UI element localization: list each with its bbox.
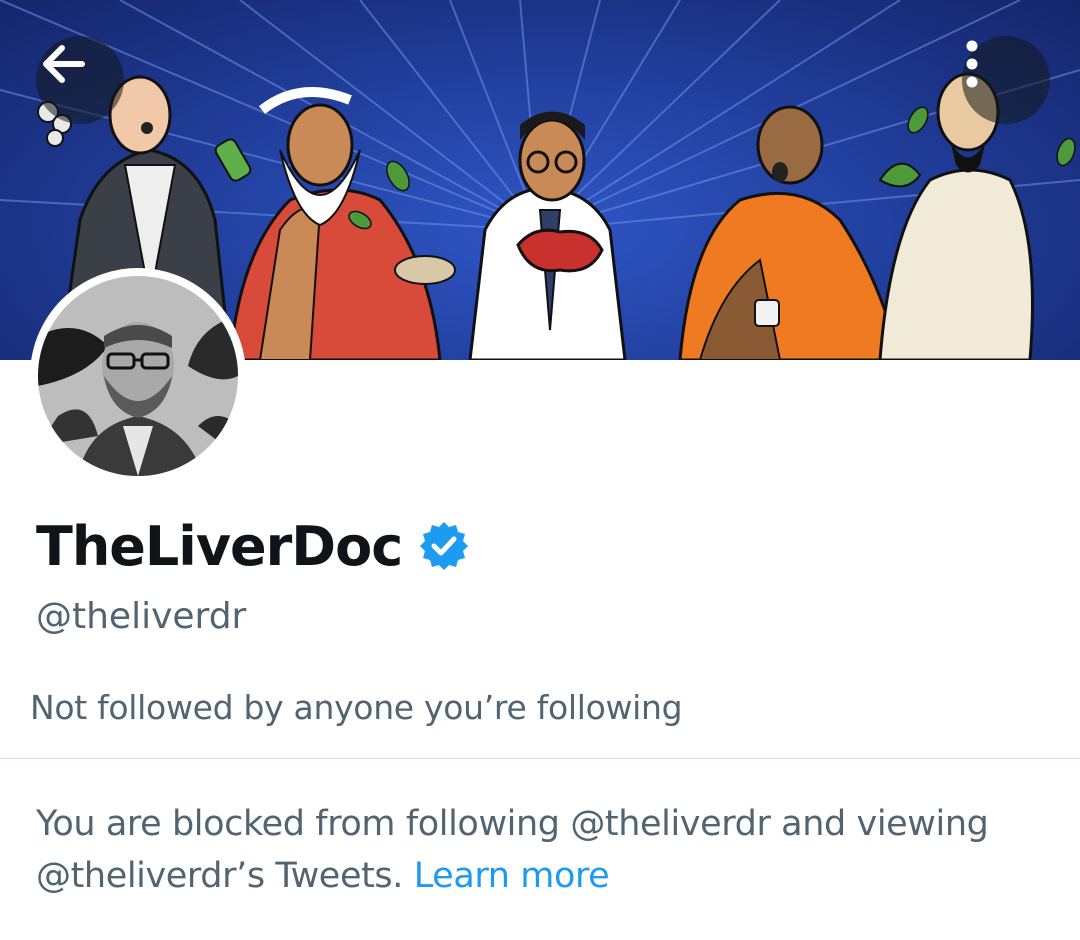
section-divider [0,758,1080,759]
more-vertical-icon [966,40,978,88]
followers-you-know-note: Not followed by anyone you’re following [30,688,683,727]
avatar[interactable] [30,268,246,484]
verified-badge-icon[interactable] [418,520,470,572]
blocked-notice: You are blocked from following @theliver… [36,798,1056,902]
more-options-button[interactable] [962,36,1050,124]
profile-page: TheLiverDoc @theliverdr Not followed by … [0,0,1080,940]
learn-more-link[interactable]: Learn more [414,856,610,896]
avatar-photo [38,276,238,476]
display-name-row: TheLiverDoc [36,508,470,584]
arrow-left-icon [43,45,85,83]
back-button[interactable] [36,36,124,124]
character-sage [228,87,456,360]
user-handle: @theliverdr [36,596,247,637]
display-name: TheLiverDoc [36,514,403,578]
character-monk [678,105,902,360]
character-doctor [468,111,627,360]
